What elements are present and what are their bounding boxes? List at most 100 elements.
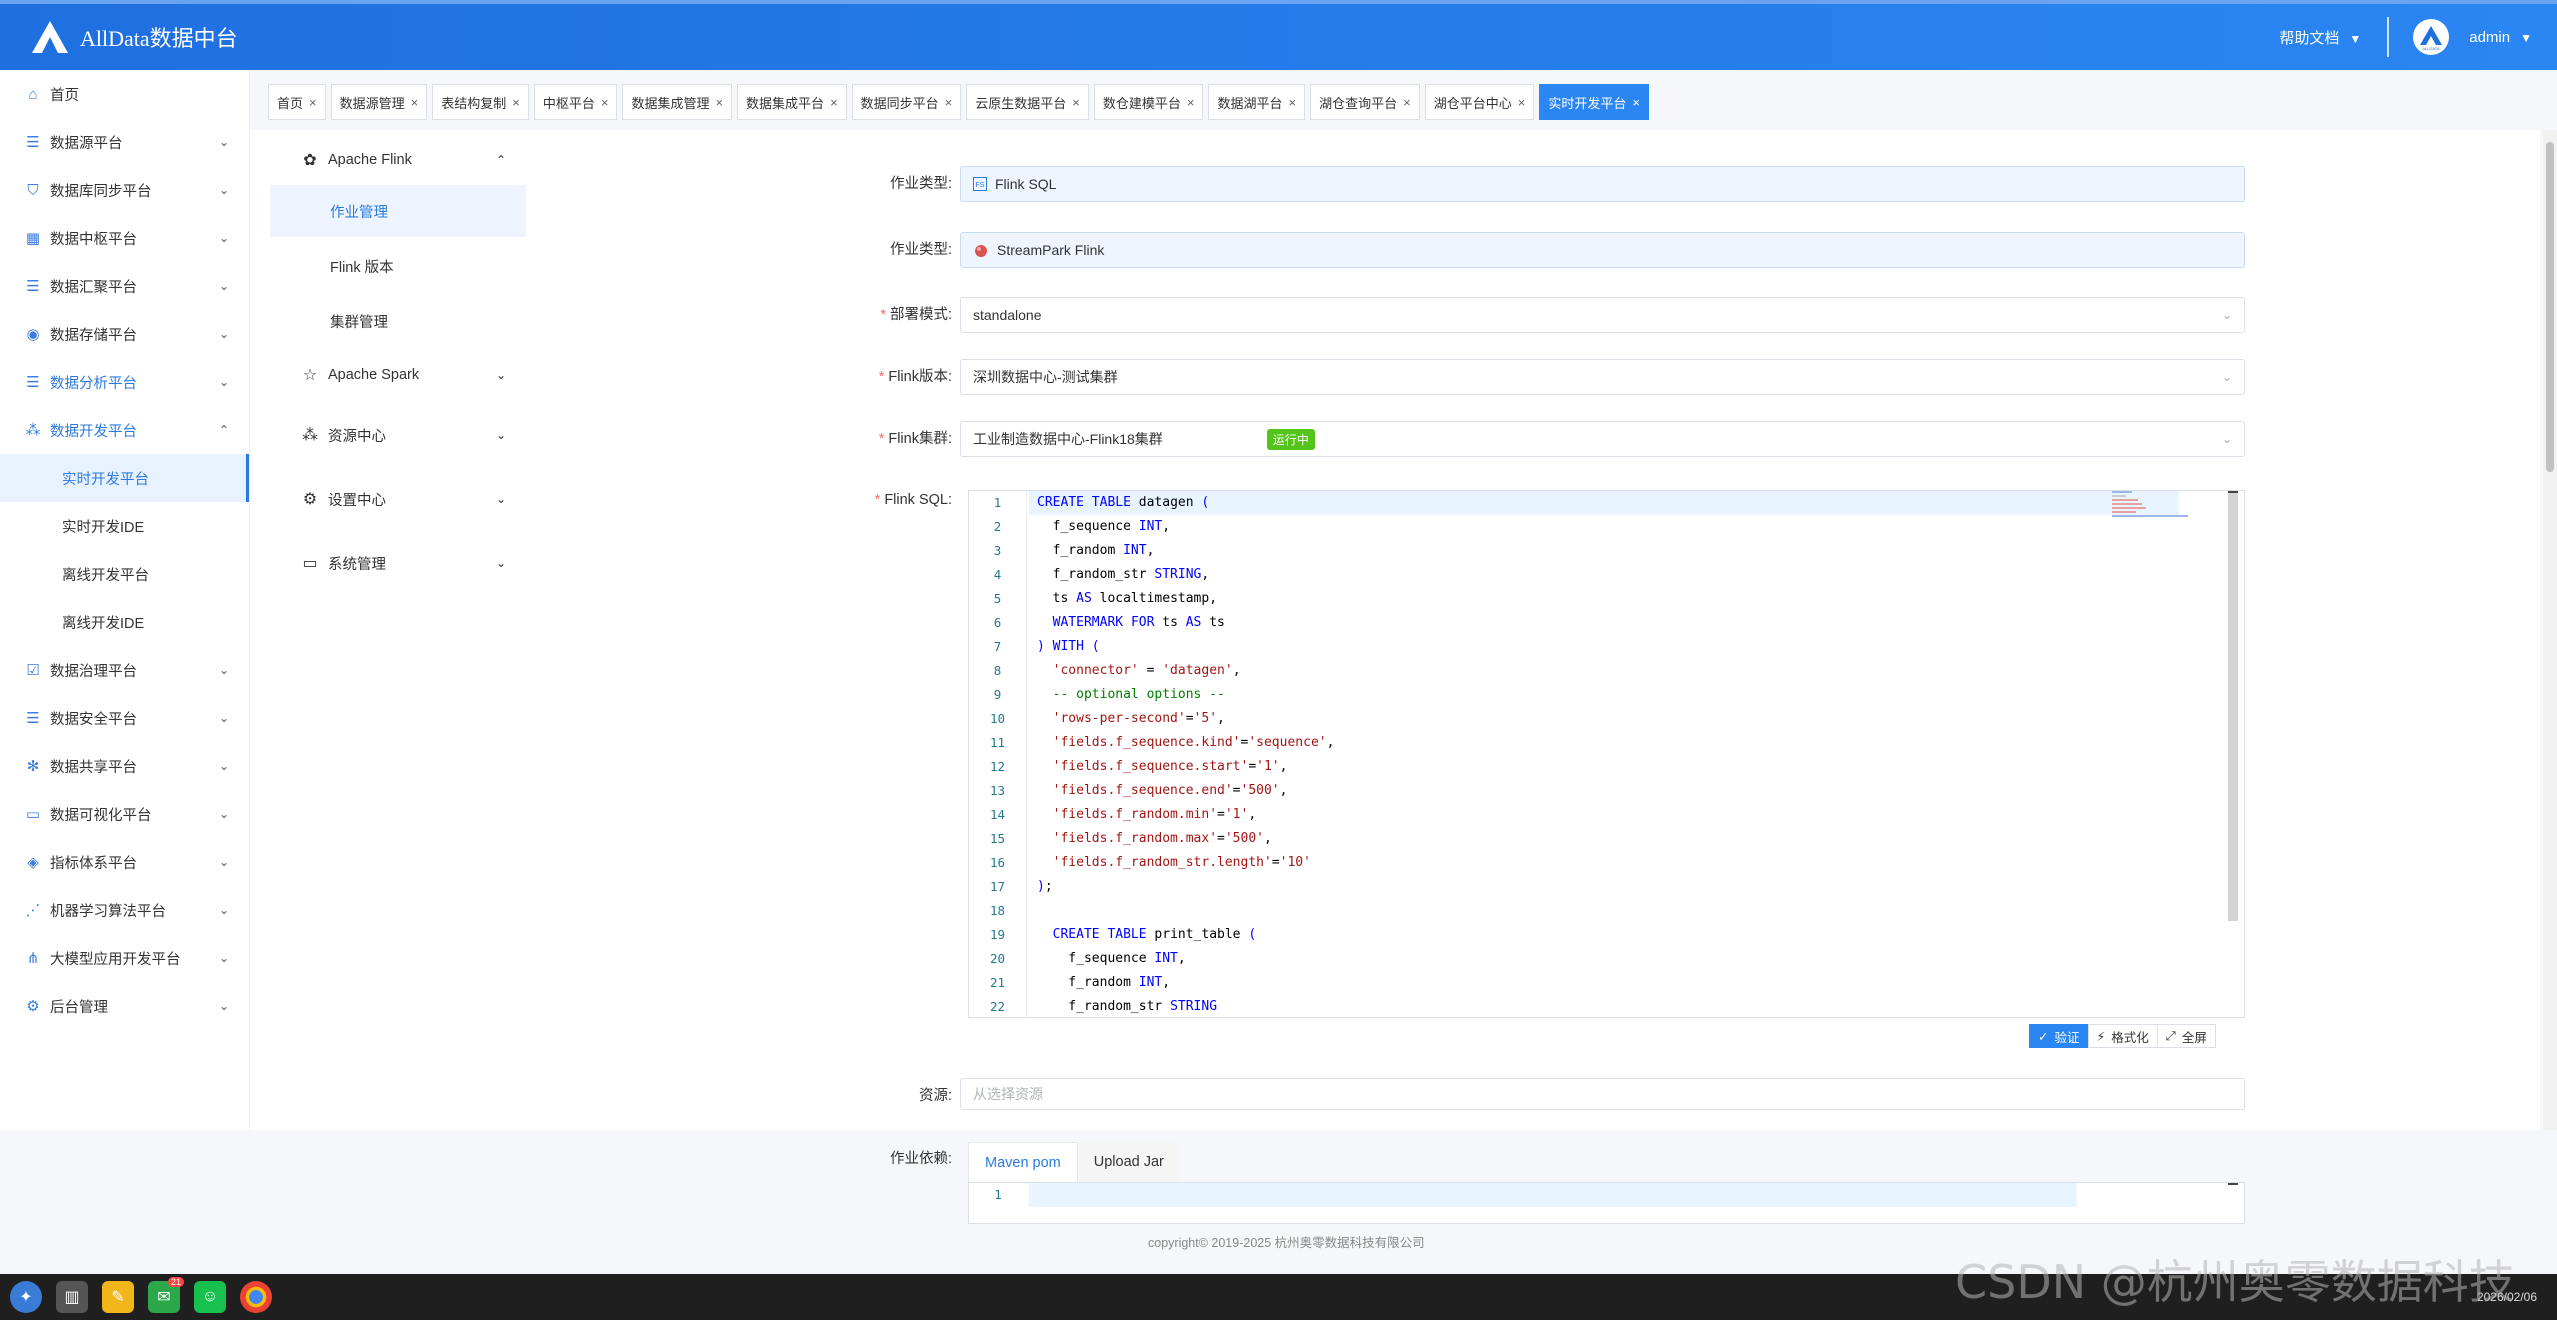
tab-upload-jar[interactable]: Upload Jar <box>1077 1142 1180 1182</box>
verify-button[interactable]: ✓ 验证 <box>2029 1024 2089 1048</box>
tab-integration-mgmt[interactable]: 数据集成管理 × <box>622 84 733 120</box>
launcher-icon[interactable]: ✦ <box>10 1281 42 1313</box>
tab-lakehouse-query[interactable]: 湖仓查询平台 × <box>1310 84 1420 120</box>
wechat-icon[interactable]: ☺ <box>194 1281 226 1313</box>
sidebar-item-llm[interactable]: ⋔ 大模型应用开发平台 ⌄ <box>0 934 249 982</box>
menu-flink-version[interactable]: Flink 版本 <box>270 240 526 292</box>
sidebar-item-realtime-ide[interactable]: 实时开发IDE <box>0 502 249 550</box>
sidebar-item-offline-dev[interactable]: 离线开发平台 <box>0 550 249 598</box>
deploy-mode-select[interactable]: standalone ⌄ <box>960 297 2245 333</box>
editor-minimap[interactable] <box>2112 491 2192 551</box>
format-button[interactable]: ⚡ 格式化 <box>2087 1024 2158 1048</box>
close-icon[interactable]: × <box>1632 95 1640 110</box>
close-icon[interactable]: × <box>715 95 723 110</box>
page-scrollbar[interactable] <box>2543 130 2557 1130</box>
sidebar-item-ml[interactable]: ⋰ 机器学习算法平台 ⌄ <box>0 886 249 934</box>
code-line[interactable]: ); <box>1029 875 2179 899</box>
sidebar-item-datasource[interactable]: ☰ 数据源平台 ⌄ <box>0 118 249 166</box>
close-icon[interactable]: × <box>1072 95 1080 110</box>
code-line[interactable]: -- optional options -- <box>1029 683 2179 707</box>
editor-scrollbar[interactable] <box>2228 1183 2238 1185</box>
chrome-icon[interactable] <box>240 1281 272 1313</box>
sidebar-item-data-analysis[interactable]: ☰ 数据分析平台 ⌄ <box>0 358 249 406</box>
menu-cluster-management[interactable]: 集群管理 <box>270 295 526 347</box>
tab-hub[interactable]: 中枢平台 × <box>533 84 618 120</box>
sidebar-item-data-storage[interactable]: ◉ 数据存储平台 ⌄ <box>0 310 249 358</box>
close-icon[interactable]: × <box>1403 95 1411 110</box>
sidebar-item-realtime-dev[interactable]: 实时开发平台 <box>0 454 249 502</box>
sidebar-item-data-dev[interactable]: ⁂ 数据开发平台 ⌃ <box>0 406 249 454</box>
chat-app-icon[interactable]: ✉ 21 <box>148 1277 184 1313</box>
tab-home[interactable]: 首页 × <box>268 84 326 120</box>
job-type-field[interactable]: FS Flink SQL <box>960 166 2245 202</box>
multitask-icon[interactable]: ▥ <box>56 1281 88 1313</box>
scrollbar-thumb[interactable] <box>2546 142 2554 472</box>
code-line[interactable]: f_random INT, <box>1029 971 2179 995</box>
sidebar-item-home[interactable]: ⌂ 首页 <box>0 70 249 118</box>
flink-sql-editor[interactable]: 1 2 3 4 5 6 7 8 9 10 11 12 13 14 15 16 17 18 19 20 21 22 CREA… <box>968 490 2245 1018</box>
code-line[interactable]: 'fields.f_sequence.start'='1', <box>1029 755 2179 779</box>
close-icon[interactable]: × <box>1187 95 1195 110</box>
tab-table-copy[interactable]: 表结构复制 × <box>432 84 529 120</box>
job-type2-field[interactable]: StreamPark Flink <box>960 232 2245 268</box>
tab-lakehouse-center[interactable]: 湖仓平台中心 × <box>1424 84 1535 120</box>
code-line[interactable]: 'connector' = 'datagen', <box>1029 659 2179 683</box>
sidebar-item-data-sharing[interactable]: ✻ 数据共享平台 ⌄ <box>0 742 249 790</box>
help-docs-dropdown[interactable]: 帮助文档 ▼ <box>2279 27 2361 48</box>
sidebar-item-data-convergence[interactable]: ☰ 数据汇聚平台 ⌄ <box>0 262 249 310</box>
sidebar-item-db-sync[interactable]: ⛉ 数据库同步平台 ⌄ <box>0 166 249 214</box>
code-line[interactable]: CREATE TABLE print_table ( <box>1029 923 2179 947</box>
flink-version-select[interactable]: 深圳数据中心-测试集群 ⌄ <box>960 359 2245 395</box>
menu-settings-center[interactable]: ⚙ 设置中心 ⌄ <box>270 470 526 528</box>
code-lines[interactable]: CREATE TABLE datagen ( f_sequence INT, f… <box>1029 491 2179 1017</box>
tab-datasource-mgmt[interactable]: 数据源管理 × <box>330 84 428 120</box>
close-icon[interactable]: × <box>512 95 520 110</box>
tab-maven-pom[interactable]: Maven pom <box>968 1142 1078 1182</box>
code-line[interactable]: f_random_str STRING, <box>1029 563 2179 587</box>
close-icon[interactable]: × <box>601 95 609 110</box>
code-line[interactable]: CREATE TABLE datagen ( <box>1029 491 2179 515</box>
close-icon[interactable]: × <box>830 95 838 110</box>
code-line[interactable]: 'rows-per-second'='5', <box>1029 707 2179 731</box>
close-icon[interactable]: × <box>945 95 953 110</box>
code-line[interactable]: 'fields.f_random_str.length'='10' <box>1029 851 2179 875</box>
close-icon[interactable]: × <box>411 95 419 110</box>
tab-cloud-native[interactable]: 云原生数据平台 × <box>966 84 1089 120</box>
flink-cluster-select[interactable]: 工业制造数据中心-Flink18集群 运行中 ⌄ <box>960 421 2245 457</box>
code-line[interactable]: f_random_str STRING <box>1029 995 2179 1017</box>
sidebar-item-data-governance[interactable]: ☑ 数据治理平台 ⌄ <box>0 646 249 694</box>
code-line[interactable]: ts AS localtimestamp, <box>1029 587 2179 611</box>
notes-app-icon[interactable]: ✎ <box>102 1281 134 1313</box>
tab-data-lake[interactable]: 数据湖平台 × <box>1208 84 1306 120</box>
tab-realtime-dev[interactable]: 实时开发平台 × <box>1539 84 1649 120</box>
editor-scrollbar[interactable] <box>2228 491 2238 921</box>
close-icon[interactable]: × <box>1518 95 1526 110</box>
menu-apache-flink[interactable]: ✿ Apache Flink ⌃ <box>270 135 526 185</box>
menu-resource-center[interactable]: ⁂ 资源中心 ⌄ <box>270 406 526 464</box>
code-line[interactable]: 'fields.f_random.min'='1', <box>1029 803 2179 827</box>
close-icon[interactable]: × <box>1289 95 1297 110</box>
app-logo[interactable]: AllData数据中台 <box>30 19 238 55</box>
code-line[interactable]: 'fields.f_random.max'='500', <box>1029 827 2179 851</box>
fullscreen-button[interactable]: ⤢ 全屏 <box>2156 1024 2216 1048</box>
avatar[interactable]: ALLDATA <box>2413 19 2450 55</box>
user-menu-dropdown[interactable]: admin ▼ <box>2469 29 2532 46</box>
code-line[interactable]: f_random INT, <box>1029 539 2179 563</box>
sidebar-item-offline-ide[interactable]: 离线开发IDE <box>0 598 249 646</box>
resource-select[interactable]: 从选择资源 <box>960 1078 2245 1110</box>
maven-pom-editor[interactable]: 1 <box>968 1182 2245 1224</box>
code-line[interactable]: 'fields.f_sequence.kind'='sequence', <box>1029 731 2179 755</box>
menu-job-management[interactable]: 作业管理 <box>270 185 526 237</box>
tab-sync-platform[interactable]: 数据同步平台 × <box>851 84 962 120</box>
sidebar-item-data-hub[interactable]: ▦ 数据中枢平台 ⌄ <box>0 214 249 262</box>
sidebar-item-data-security[interactable]: ☰ 数据安全平台 ⌄ <box>0 694 249 742</box>
code-line[interactable]: f_sequence INT, <box>1029 947 2179 971</box>
tab-warehouse-modeling[interactable]: 数仓建模平台 × <box>1093 84 1204 120</box>
code-line[interactable]: WATERMARK FOR ts AS ts <box>1029 611 2179 635</box>
sidebar-item-metrics[interactable]: ◈ 指标体系平台 ⌄ <box>0 838 249 886</box>
close-icon[interactable]: × <box>309 95 317 110</box>
code-line[interactable]: 'fields.f_sequence.end'='500', <box>1029 779 2179 803</box>
sidebar-item-data-visualization[interactable]: ▭ 数据可视化平台 ⌄ <box>0 790 249 838</box>
menu-apache-spark[interactable]: ☆ Apache Spark ⌄ <box>270 350 526 400</box>
code-line[interactable]: ) WITH ( <box>1029 635 2179 659</box>
